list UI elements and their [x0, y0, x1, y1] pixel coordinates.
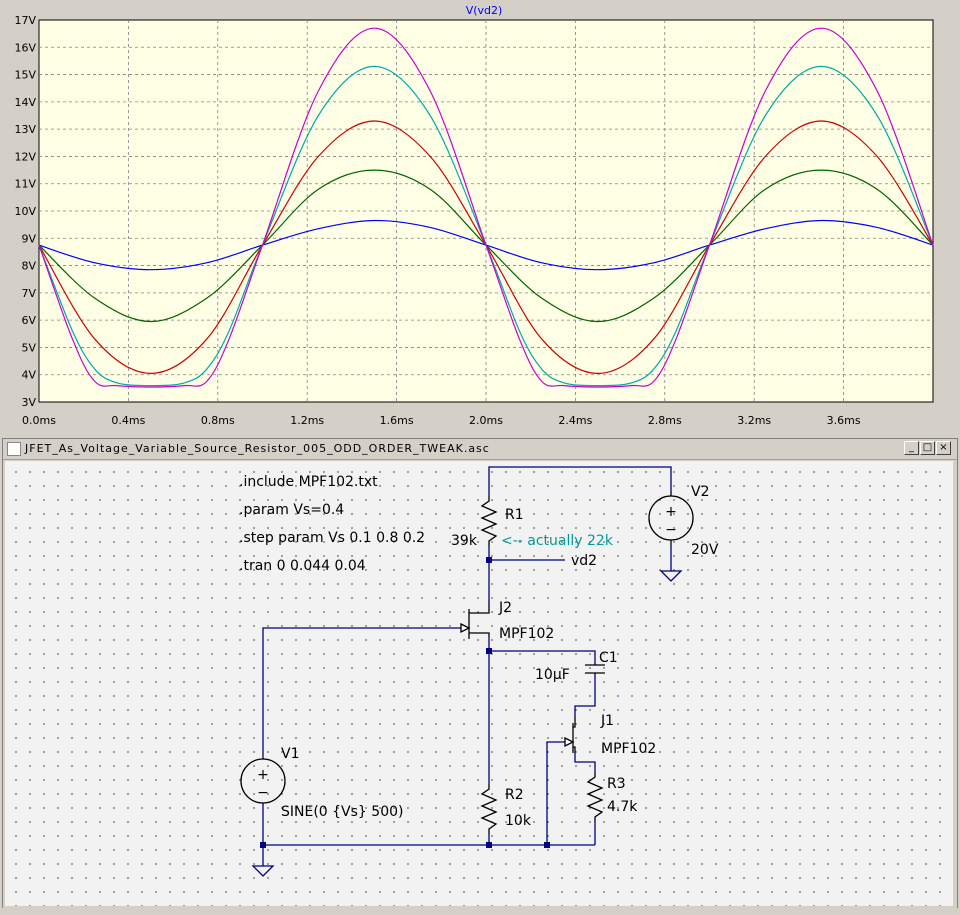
close-button[interactable]: × — [936, 441, 951, 455]
y-tick-label: 4V — [21, 369, 36, 382]
resistor-r2[interactable] — [480, 784, 498, 834]
y-tick-label: 8V — [21, 260, 36, 273]
ground-symbol-v2[interactable] — [659, 570, 683, 582]
v1-value[interactable]: SINE(0 {Vs} 500) — [281, 804, 403, 820]
y-tick-label: 11V — [14, 178, 36, 191]
status-bar — [0, 908, 960, 915]
directive-step[interactable]: .step param Vs 0.1 0.8 0.2 — [239, 530, 425, 546]
y-tick-label: 13V — [14, 123, 36, 136]
x-tick-label: 2.8ms — [648, 414, 682, 427]
y-tick-label: 12V — [14, 150, 36, 163]
y-tick-label: 10V — [14, 205, 36, 218]
j1-name[interactable]: J1 — [600, 713, 614, 729]
directive-param[interactable]: .param Vs=0.4 — [239, 502, 344, 518]
schematic-window-title: JFET_As_Voltage_Variable_Source_Resistor… — [25, 442, 490, 455]
x-tick-label: 2.0ms — [469, 414, 503, 427]
v2-value[interactable]: 20V — [691, 542, 719, 558]
v2-minus-sign: − — [665, 522, 677, 538]
junction-j2-source[interactable] — [486, 648, 492, 654]
x-tick-label: 1.6ms — [380, 414, 414, 427]
schematic-document-icon — [7, 442, 21, 456]
c1-name[interactable]: C1 — [599, 650, 618, 666]
x-tick-label: 3.2ms — [737, 414, 771, 427]
jfet-j2[interactable] — [460, 601, 490, 639]
y-tick-label: 16V — [14, 41, 36, 54]
schematic-drawing[interactable]: .include MPF102.txt .param Vs=0.4 .step … — [5, 461, 953, 906]
jfet-j1[interactable] — [564, 716, 576, 753]
schematic-window: JFET_As_Voltage_Variable_Source_Resistor… — [2, 438, 958, 910]
net-label-vd2[interactable]: vd2 — [571, 553, 597, 569]
junction-j1-gate-bus[interactable] — [544, 842, 550, 848]
resistor-r1[interactable] — [480, 496, 498, 546]
j2-model[interactable]: MPF102 — [499, 626, 554, 642]
y-tick-label: 9V — [21, 232, 36, 245]
schematic-titlebar[interactable]: JFET_As_Voltage_Variable_Source_Resistor… — [3, 439, 957, 460]
j2-name[interactable]: J2 — [498, 600, 512, 616]
wire-node-c1[interactable] — [489, 650, 596, 663]
x-tick-label: 0.0ms — [22, 414, 56, 427]
y-tick-label: 5V — [21, 341, 36, 354]
r2-value[interactable]: 10k — [505, 813, 532, 829]
y-tick-label: 6V — [21, 314, 36, 327]
schematic-canvas[interactable]: .include MPF102.txt .param Vs=0.4 .step … — [5, 461, 953, 906]
wire-v1-j2-gate[interactable] — [262, 627, 461, 759]
j1-model[interactable]: MPF102 — [601, 741, 656, 757]
r1-value[interactable]: 39k — [451, 533, 478, 549]
junction-v1-bus[interactable] — [260, 842, 266, 848]
trace-title[interactable]: V(vd2) — [466, 4, 503, 17]
x-tick-label: 0.4ms — [111, 414, 145, 427]
minimize-button[interactable]: _ — [904, 441, 919, 455]
resistor-r3[interactable] — [586, 772, 604, 822]
y-tick-label: 15V — [14, 69, 36, 82]
y-tick-label: 17V — [14, 14, 36, 27]
x-axis-ticks: 0.0ms 0.4ms 0.8ms 1.2ms 1.6ms 2.0ms 2.4ms 2.8ms… — [22, 414, 861, 427]
wire-j1-gate[interactable] — [546, 741, 565, 845]
y-tick-label: 7V — [21, 287, 36, 300]
v1-minus-sign: − — [257, 785, 269, 801]
directive-tran[interactable]: .tran 0 0.044 0.04 — [239, 558, 366, 574]
y-tick-label: 3V — [21, 396, 36, 409]
y-tick-label: 14V — [14, 96, 36, 109]
junction-r2-bus[interactable] — [486, 842, 492, 848]
waveform-plot-pane[interactable]: 3V 4V 5V 6V 7V 8V 9V 10V 11V 12V 13V 14V 15V 16V 17V 0… — [0, 0, 960, 434]
r1-name[interactable]: R1 — [505, 507, 524, 523]
r3-value[interactable]: 4.7k — [607, 799, 638, 815]
wire-j1-r3[interactable] — [574, 752, 596, 772]
junction-vd2[interactable] — [486, 557, 492, 563]
x-tick-label: 1.2ms — [290, 414, 324, 427]
x-tick-label: 2.4ms — [558, 414, 592, 427]
r2-name[interactable]: R2 — [505, 787, 524, 803]
ground-symbol-v1[interactable] — [251, 865, 275, 877]
r3-name[interactable]: R3 — [607, 776, 626, 792]
x-tick-label: 3.6ms — [827, 414, 861, 427]
v1-plus-sign: + — [257, 767, 269, 783]
v2-plus-sign: + — [665, 504, 677, 520]
y-axis-ticks: 3V 4V 5V 6V 7V 8V 9V 10V 11V 12V 13V 14V 15V 16V 17V — [14, 14, 36, 409]
waveform-plot[interactable]: 3V 4V 5V 6V 7V 8V 9V 10V 11V 12V 13V 14V 15V 16V 17V 0… — [0, 0, 960, 434]
x-tick-label: 0.8ms — [201, 414, 235, 427]
wire-c1-j1[interactable] — [574, 675, 596, 716]
v1-name[interactable]: V1 — [281, 746, 299, 762]
v2-name[interactable]: V2 — [691, 484, 709, 500]
r1-comment[interactable]: <-- actually 22k — [501, 533, 614, 549]
maximize-button[interactable]: □ — [920, 441, 935, 455]
wire-supply[interactable] — [488, 466, 672, 496]
c1-value[interactable]: 10µF — [535, 667, 570, 683]
directive-include[interactable]: .include MPF102.txt — [239, 474, 378, 490]
